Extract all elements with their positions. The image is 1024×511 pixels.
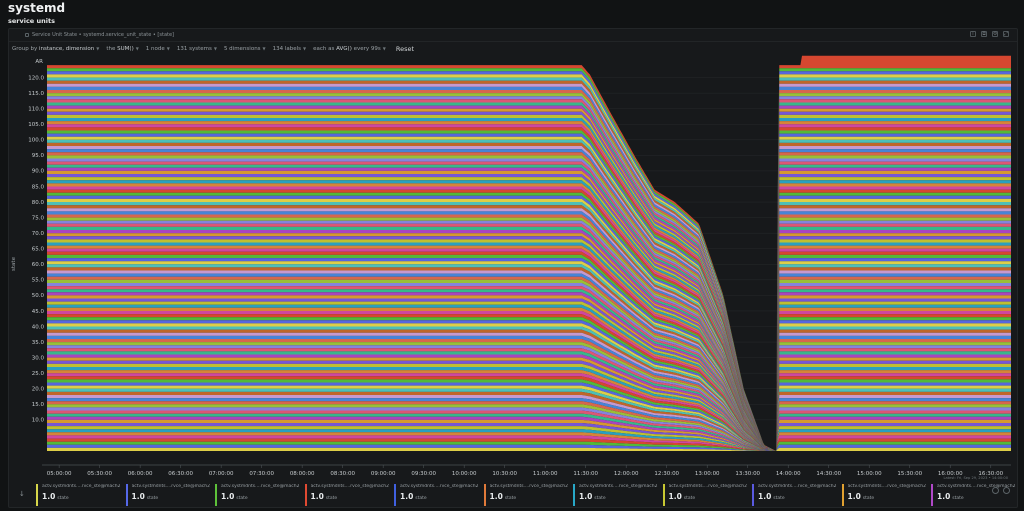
legend-item-name: actv.systmdnts....rvce_ste@mach2 — [42, 484, 121, 489]
x-tick-label: 09:30:00 — [411, 471, 436, 477]
legend-item-unit: state — [504, 496, 517, 501]
x-tick-label: 15:00:00 — [857, 471, 882, 477]
legend-item-value: 1.0 state — [668, 492, 696, 501]
x-tick-label: 11:30:00 — [573, 471, 598, 477]
latest-timestamp: Latest: Fri, Sep 29, 2023 • 14:00:00 — [943, 476, 1009, 480]
legend-item[interactable]: actv.systmdnts....rvce_ste@mach2 1.0 state — [752, 484, 840, 506]
y-tick-label: 75.0 — [32, 215, 45, 221]
x-tick-label: 07:00:00 — [209, 471, 234, 477]
legend-next-icon[interactable] — [1003, 487, 1010, 494]
y-tick-label: 50.0 — [32, 293, 45, 299]
legend-item-unit: state — [594, 496, 606, 501]
legend-item-value: 1.0 state — [489, 492, 517, 501]
y-tick-label: 85.0 — [32, 184, 45, 190]
legend-item[interactable]: actv.systmdnts....rvce_ste@mach2 1.0 state — [36, 484, 124, 506]
legend-item-unit: state — [236, 496, 248, 501]
y-tick-label: 15.0 — [32, 402, 45, 408]
legend-item[interactable]: actv.systmdnts....rvce_ste@mach2 1.0 state — [573, 484, 661, 506]
legend-item-name: actv.systmdnts....rvce_ste@mach2 — [668, 484, 748, 489]
y-tick-label: 40.0 — [32, 324, 45, 330]
legend-item-unit: state — [415, 496, 427, 501]
legend-item-unit: state — [146, 496, 159, 501]
y-tick-label: 120.0 — [28, 75, 44, 81]
legend-item-unit: state — [683, 496, 696, 501]
legend-item-value: 1.0 state — [310, 492, 338, 501]
x-tick-label: 05:30:00 — [87, 471, 112, 477]
legend-item-name: actv.systmdnts....rvce_ste@mach2 — [310, 484, 390, 489]
y-tick-label: 105.0 — [28, 122, 44, 128]
legend-item[interactable]: actv.systmdnts....rvce_ste@mach2 1.0 state — [125, 484, 214, 506]
legend-item-name: actv.systmdnts....rvce_ste@mach2 — [131, 484, 211, 489]
x-tick-label: 06:30:00 — [168, 471, 193, 477]
legend-item-unit: state — [57, 496, 69, 501]
y-tick-label: 100.0 — [28, 138, 44, 144]
y-tick-label: 90.0 — [32, 169, 45, 175]
y-tick-label: 60.0 — [32, 262, 45, 268]
y-axis-label: state — [11, 256, 17, 271]
y-tick-label: 95.0 — [32, 153, 45, 159]
x-tick-label: 13:00:00 — [695, 471, 720, 477]
legend-item-value: 1.0 state — [221, 492, 248, 501]
legend-item-unit: state — [773, 496, 785, 501]
legend-item[interactable]: actv.systmdnts....rvce_ste@mach2 1.0 state — [662, 484, 751, 506]
x-tick-label: 10:00:00 — [452, 471, 477, 477]
x-tick-label: 05:00:00 — [47, 471, 72, 477]
x-tick-label: 14:30:00 — [816, 471, 841, 477]
legend-item-unit: state — [325, 496, 338, 501]
page: systemd service units Service Unit State… — [0, 0, 1024, 511]
y-tick-label: 80.0 — [32, 200, 45, 206]
legend-item-name: actv.systmdnts....rvce_ste@mach2 — [221, 484, 300, 489]
y-tick-label: 115.0 — [28, 91, 44, 97]
y-tick-label: 30.0 — [32, 355, 45, 361]
legend-item[interactable]: actv.systmdnts....rvce_ste@mach2 1.0 state — [841, 484, 930, 506]
legend-item-unit: state — [952, 496, 964, 501]
legend-item[interactable]: actv.systmdnts....rvce_ste@mach2 1.0 state — [394, 484, 482, 506]
x-tick-label: 12:30:00 — [654, 471, 679, 477]
legend-item-name: actv.systmdnts....rvce_ste@mach2 — [758, 484, 837, 489]
x-tick-label: 10:30:00 — [492, 471, 517, 477]
legend-item-value: 1.0 state — [847, 492, 875, 501]
legend-item-name: actv.systmdnts....rvce_ste@mach2 — [400, 484, 479, 489]
legend-item-value: 1.0 state — [758, 492, 785, 501]
legend-item[interactable]: actv.systmdnts....rvce_ste@mach2 1.0 state — [304, 484, 393, 506]
legend-item-name: actv.systmdnts....rvce_ste@mach2 — [847, 484, 927, 489]
stacked-area-chart[interactable]: 10.0 15.0 20.0 25.0 30.0 35.0 40.0 45.0 50.0 55.0… — [0, 0, 1024, 484]
y-unit-label: AR — [35, 59, 43, 65]
x-tick-label: 15:30:00 — [897, 471, 922, 477]
y-tick-label: 65.0 — [32, 247, 45, 253]
legend-controls — [992, 487, 1010, 494]
legend-item-value: 1.0 state — [400, 492, 427, 501]
x-tick-label: 12:00:00 — [614, 471, 639, 477]
series-area — [47, 447, 1011, 451]
x-tick-label: 11:00:00 — [533, 471, 558, 477]
y-tick-label: 70.0 — [32, 231, 45, 237]
y-tick-label: 25.0 — [32, 371, 45, 377]
y-tick-label: 35.0 — [32, 340, 45, 346]
x-tick-label: 08:00:00 — [290, 471, 315, 477]
x-tick-label: 08:30:00 — [330, 471, 355, 477]
y-tick-label: 55.0 — [32, 278, 45, 284]
y-tick-label: 45.0 — [32, 309, 45, 315]
x-tick-label: 09:00:00 — [371, 471, 396, 477]
legend-item-name: actv.systmdnts....rvce_ste@mach2 — [579, 484, 658, 489]
collapse-legend-icon[interactable]: ↓ — [19, 490, 25, 498]
chart-series-group — [47, 55, 1011, 452]
legend-item[interactable]: actv.systmdnts....rvce_ste@mach2 1.0 state — [215, 484, 303, 506]
y-tick-label: 110.0 — [28, 106, 44, 112]
x-tick-label: 06:00:00 — [128, 471, 153, 477]
legend-item-unit: state — [862, 496, 875, 501]
legend-item-value: 1.0 state — [131, 492, 159, 501]
y-tick-label: 10.0 — [32, 418, 45, 424]
y-tick-label: 20.0 — [32, 387, 45, 393]
legend-item-value: 1.0 state — [42, 492, 69, 501]
x-tick-label: 14:00:00 — [776, 471, 801, 477]
legend-item-value: 1.0 state — [579, 492, 606, 501]
x-tick-label: 13:30:00 — [735, 471, 760, 477]
x-tick-label: 07:30:00 — [249, 471, 274, 477]
legend-item-name: actv.systmdnts....rvce_ste@mach2 — [489, 484, 569, 489]
chart-legend: actv.systmdnts....rvce_ste@mach2 1.0 state… — [36, 484, 1024, 506]
legend-item[interactable]: actv.systmdnts....rvce_ste@mach2 1.0 state — [483, 484, 572, 506]
legend-prev-icon[interactable] — [992, 487, 999, 494]
